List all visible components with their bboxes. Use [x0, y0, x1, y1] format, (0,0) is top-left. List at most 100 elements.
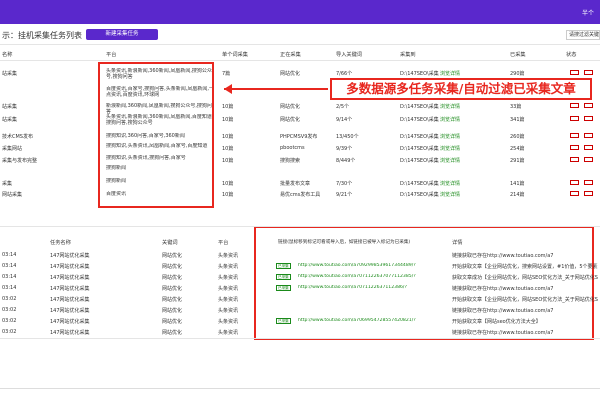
bottom-border — [0, 388, 600, 389]
log-keyword: 网站优化 — [162, 264, 183, 270]
log-time: 03:02 — [2, 307, 17, 313]
log-platform: 头条资讯 — [218, 264, 239, 270]
row-count: 254篇 — [510, 146, 525, 152]
stop-tag[interactable] — [570, 191, 579, 196]
row-per: 10篇 — [222, 192, 234, 198]
log-detail: 开始获取文章【企业网站优化，网站SEO优化方法_关于网站优化SEO的简单】 — [452, 297, 598, 303]
divider — [0, 226, 600, 227]
log-detail: 链接获取已存在http://www.toutiao.com/a7 — [452, 253, 554, 259]
view-link[interactable]: 浏览详情 — [440, 157, 460, 164]
row-count: 33篇 — [510, 104, 522, 110]
stop-tag[interactable] — [570, 103, 579, 108]
row-dir: D:\147SEO\采集 — [400, 158, 439, 164]
log-col-task: 任务名称 — [50, 240, 71, 246]
row-name: 技术CMS发布 — [2, 134, 33, 140]
row-count: 141篇 — [510, 181, 525, 187]
row-kw: 8/449个 — [336, 158, 356, 164]
divider — [0, 60, 600, 61]
log-time: 03:02 — [2, 329, 17, 335]
divider — [0, 44, 600, 45]
log-link: http://www.toutiao.com/a7071122637077112… — [298, 274, 416, 279]
delete-tag[interactable] — [584, 116, 593, 121]
delete-tag[interactable] — [584, 145, 593, 150]
row-count: 290篇 — [510, 71, 525, 77]
row-kw: 9/14个 — [336, 117, 353, 123]
row-name: 站采集 — [2, 104, 18, 110]
view-link[interactable]: 浏览详情 — [440, 180, 460, 187]
row-count: 291篇 — [510, 158, 525, 164]
view-link[interactable]: 浏览详情 — [440, 145, 460, 152]
stop-tag[interactable] — [570, 180, 579, 185]
stop-tag[interactable] — [570, 70, 579, 75]
delete-tag[interactable] — [584, 157, 593, 162]
stop-tag[interactable] — [570, 145, 579, 150]
log-time: 03:14 — [2, 285, 17, 291]
col-platform: 平台 — [106, 52, 117, 58]
view-link[interactable]: 浏览详情 — [440, 103, 460, 110]
log-platform: 头条资讯 — [218, 319, 239, 325]
log-link: http://www.toutiao.com/a7071122637112386… — [298, 285, 407, 290]
stop-tag[interactable] — [570, 116, 579, 121]
row-status: 网站优化 — [280, 117, 301, 123]
toolbar: 示：挂机采集任务列表 新建采集任务 请搜过滤关键词 — [0, 27, 600, 43]
collected-badge: 已采集 — [276, 263, 291, 269]
log-detail: 链接获取已存在http://www.toutiao.com/a7 — [452, 330, 554, 336]
row-kw: 9/21个 — [336, 192, 353, 198]
row-name: 站采集 — [2, 71, 18, 77]
row-name: 采集与发布完整 — [2, 158, 38, 164]
row-status: 批量发布文章 — [280, 181, 311, 187]
annotation-banner: 多数据源多任务采集/自动过滤已采集文章 — [330, 78, 592, 100]
log-platform: 头条资讯 — [218, 330, 239, 336]
row-per: 10篇 — [222, 134, 234, 140]
row-status: 网站优化 — [280, 104, 301, 110]
log-platform: 头条资讯 — [218, 308, 239, 314]
log-platform: 头条资讯 — [218, 286, 239, 292]
row-kw: 2/5个 — [336, 104, 350, 110]
log-keyword: 网站优化 — [162, 275, 183, 281]
platform-highlight-box — [98, 62, 214, 208]
log-col-link: 链接(鼠标移到标记可看或导入后，如链接已被导入标记为已采集) — [278, 240, 411, 245]
log-platform: 头条资讯 — [218, 297, 239, 303]
collected-badge: 已采集 — [276, 285, 291, 291]
stop-tag[interactable] — [570, 133, 579, 138]
log-link: http://www.toutiao.com/a7092998539617344… — [298, 263, 416, 268]
log-task: 147网站优化采集 — [50, 330, 90, 336]
row-per: 10篇 — [222, 117, 234, 123]
col-status: 状态 — [566, 52, 577, 58]
view-link[interactable]: 浏览详情 — [440, 116, 460, 123]
delete-tag[interactable] — [584, 180, 593, 185]
log-detail: 链接获取已存在http://www.toutiao.com/a7 — [452, 286, 554, 292]
log-time: 03:14 — [2, 263, 17, 269]
log-detail: 链接获取已存在http://www.toutiao.com/a7 — [452, 308, 554, 314]
row-dir: D:\147SEO\采集 — [400, 71, 439, 77]
new-task-button[interactable]: 新建采集任务 — [86, 29, 158, 40]
filter-input[interactable]: 请搜过滤关键词 — [566, 30, 600, 40]
stop-tag[interactable] — [570, 157, 579, 162]
view-link[interactable]: 浏览详情 — [440, 70, 460, 77]
row-per: 10篇 — [222, 146, 234, 152]
log-platform: 头条资讯 — [218, 253, 239, 259]
delete-tag[interactable] — [584, 133, 593, 138]
log-col-detail: 详情 — [452, 240, 463, 246]
top-bar: 半个 — [0, 0, 600, 24]
col-count: 已采集 — [510, 52, 526, 58]
delete-tag[interactable] — [584, 103, 593, 108]
row-dir: D:\147SEO\采集 — [400, 181, 439, 187]
log-keyword: 网站优化 — [162, 297, 183, 303]
row-name: 采集 — [2, 181, 13, 187]
row-status: PHPCMSV9发布 — [280, 134, 318, 140]
row-status: 搜狗搜索 — [280, 158, 301, 164]
delete-tag[interactable] — [584, 70, 593, 75]
row-status: 易优cms发布工具 — [280, 192, 321, 198]
log-detail: 获取文章成功【企业网站优化，网站SEO优化方法_关于网站优化SEO的简单】 — [452, 275, 598, 281]
row-dir: D:\147SEO\采集 — [400, 117, 439, 123]
log-keyword: 网站优化 — [162, 319, 183, 325]
log-link: http://www.toutiao.com/a7069954728557420… — [298, 318, 416, 323]
log-task: 147网站优化采集 — [50, 297, 90, 303]
delete-tag[interactable] — [584, 191, 593, 196]
row-kw: 13/450个 — [336, 134, 359, 140]
page-title: 示：挂机采集任务列表 — [2, 31, 82, 40]
view-link[interactable]: 浏览详情 — [440, 191, 460, 198]
log-time: 03:14 — [2, 252, 17, 258]
view-link[interactable]: 浏览详情 — [440, 133, 460, 140]
